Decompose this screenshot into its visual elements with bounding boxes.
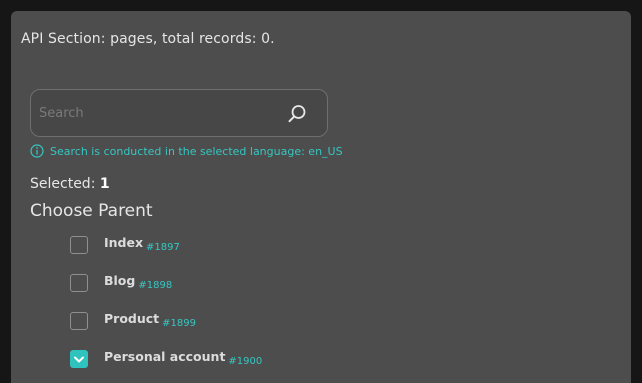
parent-item-name: Product <box>104 311 160 326</box>
selected-label: Selected: <box>30 176 96 192</box>
search-language-hint: Search is conducted in the selected lang… <box>30 144 343 158</box>
parent-checkbox[interactable] <box>70 312 88 330</box>
parent-item-id: #1897 <box>146 242 180 253</box>
check-icon <box>74 356 84 363</box>
search-input[interactable] <box>39 90 279 136</box>
api-section-info: API Section: pages, total records: 0. <box>21 31 275 47</box>
parent-item-label: Personal account #1900 <box>104 349 263 367</box>
info-icon <box>30 144 44 158</box>
parent-item-name: Personal account <box>104 349 226 364</box>
choose-parent-title: Choose Parent <box>30 201 153 221</box>
parent-item-id: #1899 <box>162 318 196 329</box>
parent-item-name: Blog <box>104 273 136 288</box>
search-icon[interactable] <box>286 103 308 125</box>
parent-item-label: Index #1897 <box>104 235 180 253</box>
search-box <box>30 89 328 137</box>
parent-checkbox[interactable] <box>70 274 88 292</box>
selected-count: Selected: 1 <box>30 176 110 192</box>
choose-parent-modal: API Section: pages, total records: 0. Se… <box>11 11 631 383</box>
parent-item-name: Index <box>104 235 144 250</box>
parent-item-id: #1900 <box>228 356 263 367</box>
parent-item-label: Product #1899 <box>104 311 196 329</box>
search-hint-text: Search is conducted in the selected lang… <box>50 144 343 158</box>
parent-checkbox-checked[interactable] <box>70 350 88 368</box>
parent-item-id: #1898 <box>138 280 173 291</box>
selected-count-value: 1 <box>99 176 110 192</box>
parent-item-label: Blog #1898 <box>104 273 173 291</box>
parent-checkbox[interactable] <box>70 236 88 254</box>
